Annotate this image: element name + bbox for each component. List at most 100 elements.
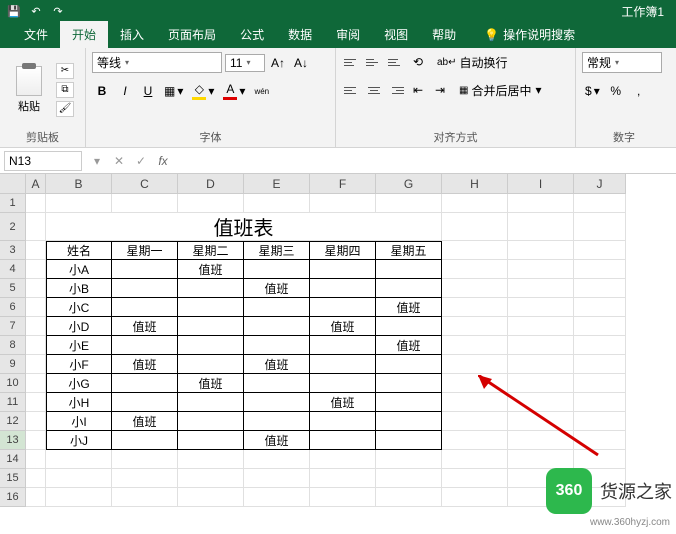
- cell-A16[interactable]: [26, 488, 46, 507]
- comma-format-icon[interactable]: ,: [629, 81, 649, 101]
- cell-C13[interactable]: [112, 431, 178, 450]
- row-header-8[interactable]: 8: [0, 336, 26, 355]
- cell-H2[interactable]: [442, 213, 508, 241]
- cell-G5[interactable]: [376, 279, 442, 298]
- cancel-icon[interactable]: ✕: [108, 154, 130, 168]
- cell-G15[interactable]: [376, 469, 442, 488]
- underline-button[interactable]: U: [138, 81, 158, 101]
- cell-A6[interactable]: [26, 298, 46, 317]
- cell-A8[interactable]: [26, 336, 46, 355]
- italic-button[interactable]: I: [115, 81, 135, 101]
- cell-D4[interactable]: 值班: [178, 260, 244, 279]
- cell-A5[interactable]: [26, 279, 46, 298]
- cell-E13[interactable]: 值班: [244, 431, 310, 450]
- cell-C4[interactable]: [112, 260, 178, 279]
- cell-B9[interactable]: 小F: [46, 355, 112, 374]
- align-bottom-icon[interactable]: [386, 53, 406, 71]
- border-button[interactable]: ▦▾: [161, 81, 186, 101]
- cell-G9[interactable]: [376, 355, 442, 374]
- cell-H8[interactable]: [442, 336, 508, 355]
- cell-A13[interactable]: [26, 431, 46, 450]
- row-header-12[interactable]: 12: [0, 412, 26, 431]
- cell-D12[interactable]: [178, 412, 244, 431]
- cell-A12[interactable]: [26, 412, 46, 431]
- column-header-D[interactable]: D: [178, 174, 244, 194]
- fx-icon[interactable]: fx: [152, 154, 174, 168]
- cell-D10[interactable]: 值班: [178, 374, 244, 393]
- cell-E12[interactable]: [244, 412, 310, 431]
- format-painter-icon[interactable]: 🖌: [56, 101, 74, 117]
- cell-B3[interactable]: 姓名: [46, 241, 112, 260]
- cell-A3[interactable]: [26, 241, 46, 260]
- cell-I9[interactable]: [508, 355, 574, 374]
- cell-J9[interactable]: [574, 355, 626, 374]
- cell-G12[interactable]: [376, 412, 442, 431]
- cell-A15[interactable]: [26, 469, 46, 488]
- font-size-combo[interactable]: 11▾: [225, 54, 265, 72]
- cell-H14[interactable]: [442, 450, 508, 469]
- cell-C11[interactable]: [112, 393, 178, 412]
- cell-B7[interactable]: 小D: [46, 317, 112, 336]
- cell-I13[interactable]: [508, 431, 574, 450]
- name-box-dropdown-icon[interactable]: ▾: [86, 154, 108, 168]
- cell-B5[interactable]: 小B: [46, 279, 112, 298]
- cell-G16[interactable]: [376, 488, 442, 507]
- cell-A9[interactable]: [26, 355, 46, 374]
- cell-E14[interactable]: [244, 450, 310, 469]
- cell-H13[interactable]: [442, 431, 508, 450]
- cell-F15[interactable]: [310, 469, 376, 488]
- cell-B6[interactable]: 小C: [46, 298, 112, 317]
- cell-C9[interactable]: 值班: [112, 355, 178, 374]
- row-header-3[interactable]: 3: [0, 241, 26, 260]
- cell-E16[interactable]: [244, 488, 310, 507]
- row-header-7[interactable]: 7: [0, 317, 26, 336]
- cell-G3[interactable]: 星期五: [376, 241, 442, 260]
- formula-input[interactable]: [174, 151, 676, 171]
- cell-D15[interactable]: [178, 469, 244, 488]
- cell-H3[interactable]: [442, 241, 508, 260]
- row-header-13[interactable]: 13: [0, 431, 26, 450]
- cell-F14[interactable]: [310, 450, 376, 469]
- cell-H5[interactable]: [442, 279, 508, 298]
- align-left-icon[interactable]: [342, 81, 362, 99]
- phonetic-button[interactable]: wén: [251, 81, 272, 101]
- cell-H16[interactable]: [442, 488, 508, 507]
- cell-E8[interactable]: [244, 336, 310, 355]
- column-header-G[interactable]: G: [376, 174, 442, 194]
- cells-area[interactable]: 值班表姓名星期一星期二星期三星期四星期五小A值班小B值班小C值班小D值班值班小E…: [26, 194, 626, 507]
- cell-B1[interactable]: [46, 194, 112, 213]
- cell-J5[interactable]: [574, 279, 626, 298]
- tab-插入[interactable]: 插入: [108, 21, 156, 48]
- cell-G10[interactable]: [376, 374, 442, 393]
- cell-C1[interactable]: [112, 194, 178, 213]
- cell-B8[interactable]: 小E: [46, 336, 112, 355]
- cell-D8[interactable]: [178, 336, 244, 355]
- cell-F5[interactable]: [310, 279, 376, 298]
- cell-J13[interactable]: [574, 431, 626, 450]
- tab-视图[interactable]: 视图: [372, 21, 420, 48]
- row-header-10[interactable]: 10: [0, 374, 26, 393]
- cell-D11[interactable]: [178, 393, 244, 412]
- cell-B2[interactable]: 值班表: [46, 213, 442, 241]
- cell-G14[interactable]: [376, 450, 442, 469]
- align-right-icon[interactable]: [386, 81, 406, 99]
- cell-G1[interactable]: [376, 194, 442, 213]
- copy-icon[interactable]: ⧉: [56, 82, 74, 98]
- cell-G11[interactable]: [376, 393, 442, 412]
- cell-C14[interactable]: [112, 450, 178, 469]
- cell-D6[interactable]: [178, 298, 244, 317]
- cell-F7[interactable]: 值班: [310, 317, 376, 336]
- cell-I6[interactable]: [508, 298, 574, 317]
- cell-E3[interactable]: 星期三: [244, 241, 310, 260]
- row-header-16[interactable]: 16: [0, 488, 26, 507]
- cell-I2[interactable]: [508, 213, 574, 241]
- cell-H9[interactable]: [442, 355, 508, 374]
- cell-A7[interactable]: [26, 317, 46, 336]
- cell-D1[interactable]: [178, 194, 244, 213]
- row-header-2[interactable]: 2: [0, 213, 26, 241]
- row-header-14[interactable]: 14: [0, 450, 26, 469]
- cell-H6[interactable]: [442, 298, 508, 317]
- tab-文件[interactable]: 文件: [12, 21, 60, 48]
- cell-I11[interactable]: [508, 393, 574, 412]
- column-header-C[interactable]: C: [112, 174, 178, 194]
